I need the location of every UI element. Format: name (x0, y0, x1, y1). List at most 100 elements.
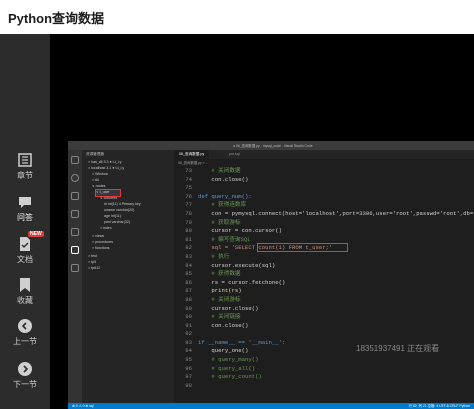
code-line[interactable]: 85 # 获得数据 (174, 270, 474, 279)
bookmark-icon (20, 278, 30, 292)
chevron-right-icon (18, 362, 32, 376)
qa-icon (19, 197, 31, 208)
sidebar-item-label: 下一节 (13, 380, 37, 389)
tree-item[interactable]: age int(11) (104, 214, 121, 220)
code-line[interactable]: 87 print(rs) (174, 287, 474, 296)
code-line[interactable]: 96 # query_all() (174, 365, 474, 374)
code-text: # query_many() (198, 356, 259, 364)
tree-item[interactable]: > has_dll 3.3 ● t-t_i.y (88, 160, 121, 166)
sidebar-item-prev-section[interactable]: 上一节 (0, 319, 50, 347)
code-line[interactable]: 82 sql = 'SELECT count(1) FROM t_user;' (174, 243, 474, 253)
code-line[interactable]: 97 # query_count() (174, 373, 474, 382)
line-number: 94 (185, 347, 192, 355)
activity-bar (68, 150, 82, 403)
code-line[interactable]: 95 # query_many() (174, 356, 474, 365)
line-number: 82 (185, 244, 192, 252)
code-text: # query_all() (198, 364, 256, 372)
search-icon[interactable] (71, 174, 79, 182)
code-line[interactable]: 92 (174, 330, 474, 339)
line-number: 74 (185, 175, 192, 183)
breadcrumb[interactable]: 06_查询数据.py > ... (178, 160, 208, 165)
code-line[interactable]: 84 cursor.execute(sql) (174, 262, 474, 271)
code-line[interactable]: 90 # 关闭链接 (174, 313, 474, 322)
explorer-header: 资源管理器 (86, 152, 104, 156)
line-number: 90 (185, 313, 192, 321)
line-number: 86 (185, 278, 192, 286)
debug-icon[interactable] (71, 210, 79, 218)
code-line[interactable]: 73 # 关闭数据 (174, 167, 474, 176)
editor-tabs: 06_查询数据.py pm.sql (174, 150, 474, 159)
course-sidebar: 章节 问答 NEW 文档 收藏 上一节 下一节 (0, 34, 50, 409)
code-line[interactable]: 77 # 获得连数库 (174, 201, 474, 210)
code-text: cursor = con.cursor() (198, 227, 282, 235)
line-number: 91 (185, 321, 192, 329)
line-number: 83 (185, 252, 192, 260)
remote-icon[interactable] (71, 264, 79, 272)
tree-item[interactable]: > tp612 (88, 266, 100, 272)
tree-item[interactable]: > localhost 3.1 ● t-t_i.y (88, 166, 124, 172)
sidebar-item-next-section[interactable]: 下一节 (0, 362, 50, 390)
tree-item[interactable]: ∨ nodes (92, 184, 105, 190)
sidebar-item-chapters[interactable]: 章节 (0, 152, 50, 181)
vscode-titlebar: 文件(F) 编辑(E) 选择(S) 查看(V) 转到(G) 运行(R) 终端(T… (68, 141, 474, 157)
sidebar-item-docs[interactable]: NEW 文档 (0, 231, 50, 265)
vscode-window: 文件(F) 编辑(E) 选择(S) 查看(V) 转到(G) 运行(R) 终端(T… (68, 141, 474, 409)
code-line[interactable]: 89 cursor.close() (174, 305, 474, 314)
code-line[interactable]: 75 (174, 184, 474, 193)
tree-item[interactable]: > views (92, 234, 104, 240)
tree-item[interactable]: pwd varchar(32) (104, 220, 130, 226)
code-text: # 执行 (198, 252, 230, 260)
line-number: 81 (185, 235, 192, 243)
tree-item-selected[interactable]: ∨ t_user (95, 189, 121, 197)
code-text: con = pymysql.connect(host='localhost',p… (198, 209, 474, 217)
new-badge: NEW (28, 231, 44, 237)
code-text: con.close() (198, 175, 249, 183)
viewer-watermark: 18351937491 正在观看 (356, 344, 440, 353)
tree-item[interactable]: > tp5 (88, 260, 96, 266)
sidebar-item-bookmarks[interactable]: 收藏 (0, 277, 50, 306)
status-right[interactable]: 行 82, 列 21 空格: 4 UTF-8 CRLF Python (409, 403, 470, 409)
code-text: # 编写查询SQL (198, 235, 251, 243)
code-line[interactable]: 98 (174, 382, 474, 391)
line-number: 89 (185, 304, 192, 312)
tree-item[interactable]: id int(11) 4 Primary key (104, 202, 141, 208)
database-icon[interactable] (71, 246, 79, 254)
code-line[interactable]: 88 # 关闭游标 (174, 296, 474, 305)
code-text: if __name__ == '__main__': (198, 338, 286, 346)
tree-item[interactable]: > procedures (92, 240, 113, 246)
line-number: 80 (185, 227, 192, 235)
tree-item[interactable]: uname varchar(20) (104, 208, 134, 214)
top-bar: Python查询数据 (0, 0, 474, 34)
tree-item[interactable]: > functions (92, 246, 109, 252)
code-area[interactable]: 73 # 关闭数据 74 con.close() 75 76 def query_num… (174, 167, 474, 390)
line-number: 95 (185, 356, 192, 364)
line-number: 75 (185, 184, 192, 192)
line-number: 73 (185, 167, 192, 174)
sidebar-item-label: 收藏 (17, 296, 33, 305)
tree-item[interactable]: ∨ columns (100, 196, 117, 202)
code-text: # 关闭游标 (198, 295, 241, 303)
code-line[interactable]: 80 cursor = con.cursor() (174, 227, 474, 236)
sidebar-item-label: 文档 (17, 255, 33, 264)
code-line[interactable]: 83 # 执行 (174, 253, 474, 262)
code-line[interactable]: 74 con.close() (174, 176, 474, 185)
code-editor[interactable]: 06_查询数据.py pm.sql 06_查询数据.py > ... 73 # … (174, 150, 474, 403)
code-line[interactable]: 91 con.close() (174, 322, 474, 331)
code-line[interactable]: 79 # 获取游标 (174, 219, 474, 228)
tree-item[interactable]: > test (88, 254, 97, 260)
line-number: 92 (185, 330, 192, 338)
source-control-icon[interactable] (71, 192, 79, 200)
line-number: 76 (185, 192, 192, 200)
tab-active[interactable]: 06_查询数据.py (174, 150, 210, 159)
sidebar-item-qa[interactable]: 问答 (0, 194, 50, 223)
files-icon[interactable] (71, 156, 79, 164)
code-line[interactable]: 86 rs = cursor.fetchone() (174, 279, 474, 288)
code-text: # 获得连数库 (198, 201, 247, 209)
tab[interactable]: pm.sql (224, 150, 245, 159)
extensions-icon[interactable] (71, 228, 79, 236)
tree-item[interactable]: > All (92, 178, 99, 184)
tree-item[interactable]: > index (100, 226, 112, 232)
status-left[interactable]: ⊗ 0 ⚠ 0 ⊕ sql (72, 403, 94, 409)
tree-item[interactable]: > Window (92, 172, 108, 178)
code-line[interactable]: 78 con = pymysql.connect(host='localhost… (174, 210, 474, 219)
